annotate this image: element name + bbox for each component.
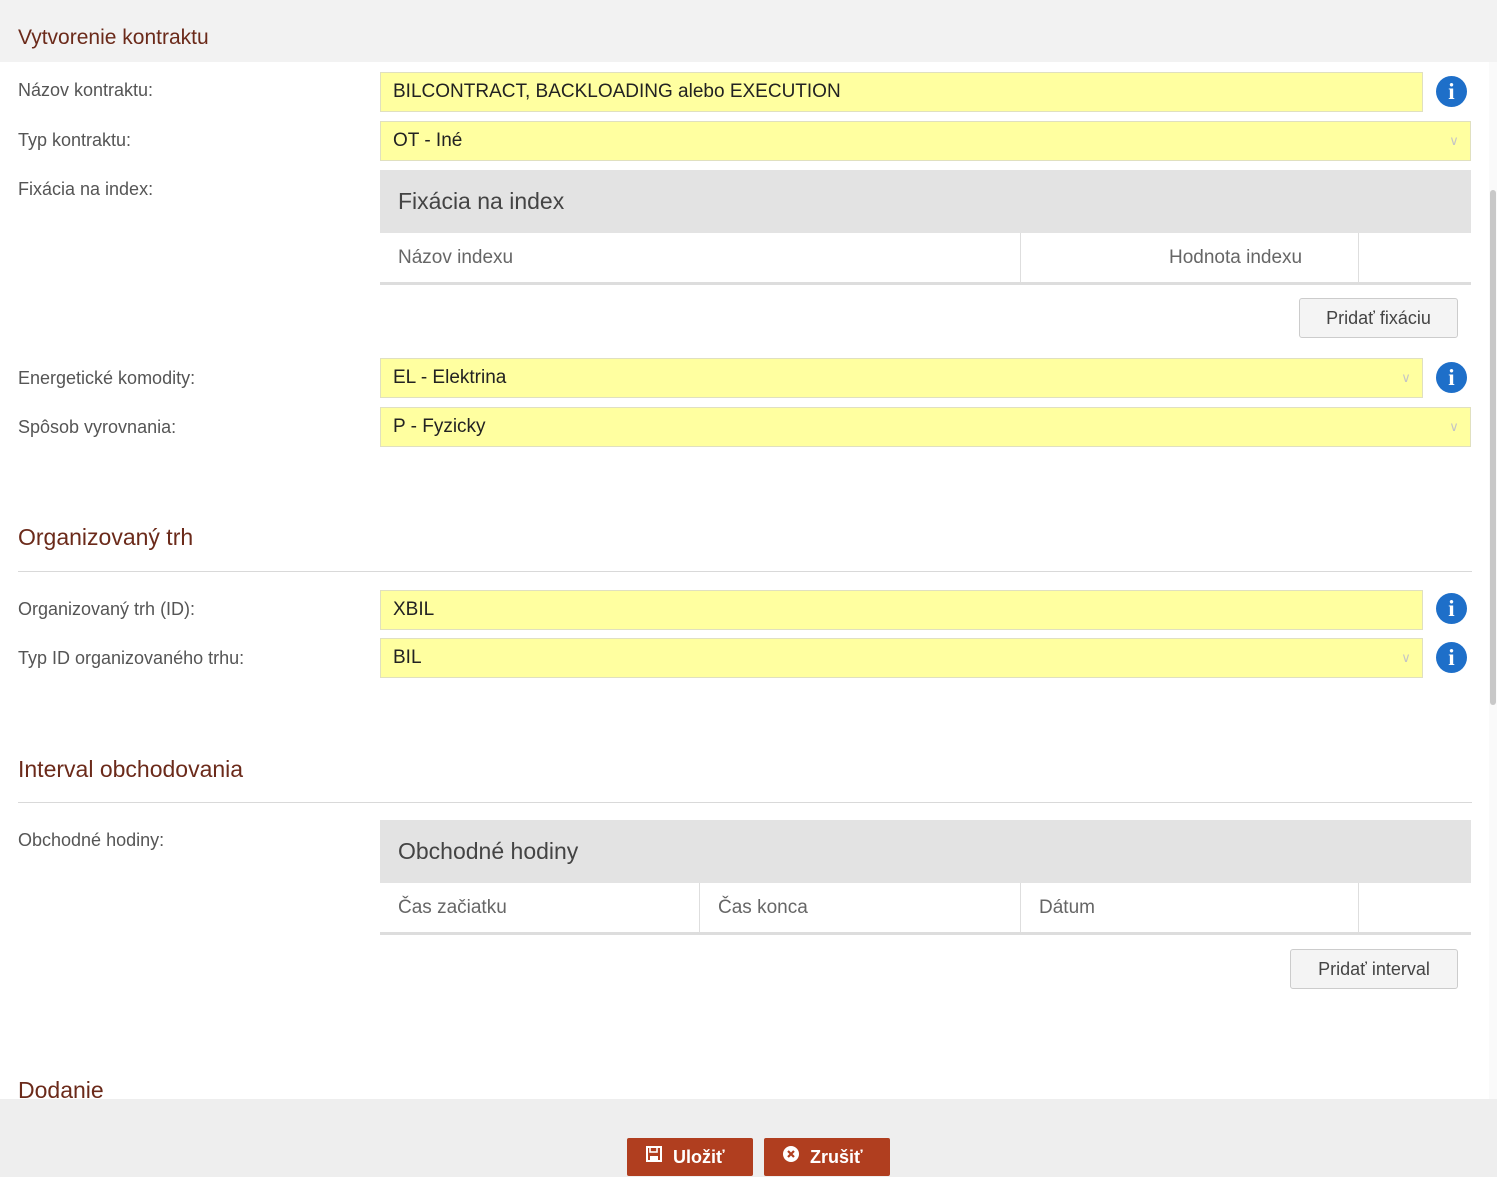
chevron-down-icon: ∨ [1449,133,1459,148]
fixation-panel-title: Fixácia na index [380,170,1471,233]
modal-footer: Uložiť Zrušiť [0,1099,1497,1177]
chevron-down-icon: ∨ [1401,650,1411,665]
column-header-date: Dátum [1039,897,1095,918]
fixation-label: Fixácia na index: [18,179,154,199]
column-divider [1358,883,1359,933]
trading-hours-label: Obchodné hodiny: [18,830,165,850]
chevron-down-icon: ∨ [1449,419,1459,434]
column-header-index-value: Hodnota indexu [1169,247,1303,268]
trading-hours-panel: Obchodné hodiny Čas začiatku Čas konca D… [380,820,1471,935]
cancel-button[interactable]: Zrušiť [764,1138,890,1176]
contract-type-label: Typ kontraktu: [18,130,132,150]
market-id-input[interactable]: XBIL [380,590,1423,630]
commodity-select[interactable]: EL - Elektrina ∨ [380,358,1423,398]
column-header-end-time: Čas konca [718,897,808,918]
market-id-type-value: BIL [393,647,422,668]
info-icon[interactable]: i [1436,593,1467,624]
modal-header: Vytvorenie kontraktu [0,0,1497,62]
trading-hours-panel-title: Obchodné hodiny [380,820,1471,883]
market-id-type-select[interactable]: BIL ∨ [380,638,1423,678]
contract-name-label: Názov kontraktu: [18,80,154,100]
contract-name-input[interactable]: BILCONTRACT, BACKLOADING alebo EXECUTION [380,72,1423,112]
trading-interval-title: Interval obchodovania [18,756,244,782]
market-id-type-label: Typ ID organizovaného trhu: [18,648,245,668]
fixation-panel: Fixácia na index Názov indexu Hodnota in… [380,170,1471,285]
column-header-index-name: Názov indexu [398,247,514,268]
commodity-value: EL - Elektrina [393,367,507,388]
floppy-disk-icon [643,1138,665,1176]
close-circle-icon [780,1138,802,1176]
settlement-select[interactable]: P - Fyzicky ∨ [380,407,1471,447]
organized-market-title: Organizovaný trh [18,524,194,550]
market-id-label: Organizovaný trh (ID): [18,599,196,619]
column-divider [699,883,700,933]
add-interval-button[interactable]: Pridať interval [1290,949,1458,989]
cancel-button-label: Zrušiť [810,1147,863,1167]
column-divider [1020,883,1021,933]
scrollbar-thumb[interactable] [1490,190,1496,705]
contract-type-select[interactable]: OT - Iné ∨ [380,121,1471,161]
save-button-label: Uložiť [673,1147,725,1167]
section-divider [18,802,1472,803]
column-header-start-time: Čas začiatku [398,897,507,918]
column-divider [1020,233,1021,283]
trading-hours-table-header: Čas začiatku Čas konca Dátum [380,883,1471,935]
fixation-table-header: Názov indexu Hodnota indexu [380,233,1471,285]
settlement-label: Spôsob vyrovnania: [18,417,177,437]
info-icon[interactable]: i [1436,76,1467,107]
commodity-label: Energetické komodity: [18,368,196,388]
info-icon[interactable]: i [1436,362,1467,393]
modal-title: Vytvorenie kontraktu [18,26,209,49]
section-divider [18,571,1472,572]
chevron-down-icon: ∨ [1401,370,1411,385]
column-divider [1358,233,1359,283]
save-button[interactable]: Uložiť [627,1138,753,1176]
add-fixation-button[interactable]: Pridať fixáciu [1299,298,1458,338]
contract-type-value: OT - Iné [393,130,463,151]
info-icon[interactable]: i [1436,642,1467,673]
settlement-value: P - Fyzicky [393,416,486,437]
